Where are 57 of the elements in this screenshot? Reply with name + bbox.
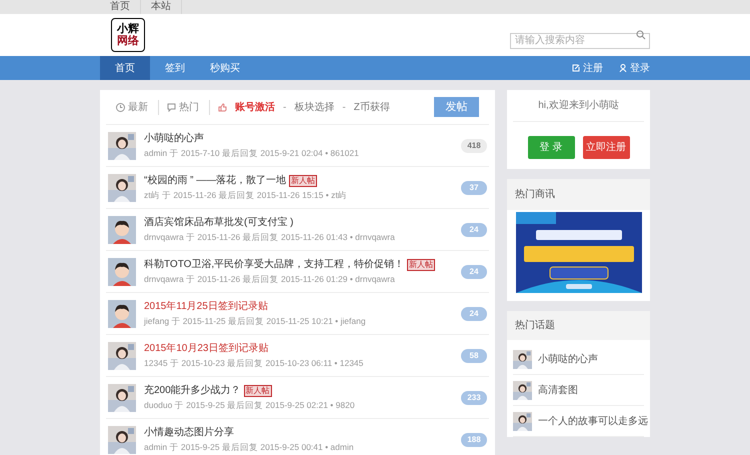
thread-meta: jiefang 于 2015-11-25 最后回复 2015-11-25 10:21 • jiefang	[144, 316, 367, 327]
thread-meta: duoduo 于 2015-9-25 最后回复 2015-9-25 02:21 • 9820	[144, 400, 356, 411]
thread-meta: drnvqawra 于 2015-11-26 最后回复 2015-11-26 01:29 • drnvqawra	[144, 274, 396, 285]
thread-title[interactable]: 2015年11月25日签到记录贴	[144, 300, 268, 313]
clock-icon	[116, 102, 125, 112]
nav-tab[interactable]: 秒购买	[200, 56, 250, 80]
reply-count: 233	[461, 390, 487, 404]
thread-title[interactable]: 科勒TOTO卫浴,平民价享受大品牌，支持工程，特价促销！	[144, 258, 404, 271]
register-button[interactable]: 立即注册	[582, 136, 630, 159]
thread-meta: admin 于 2015-9-25 最后回复 2015-9-25 00:41 • admin	[144, 442, 355, 453]
new-user-tag: 新人帖	[289, 174, 318, 186]
thread-title[interactable]: 2015年10月23日签到记录贴	[144, 342, 268, 355]
logo[interactable]: 小辉 网络	[112, 19, 144, 51]
new-user-tag: 新人帖	[407, 258, 436, 270]
chat-icon	[167, 102, 176, 112]
topic-link[interactable]: 一个人的故事可以走多远	[538, 414, 648, 428]
thread-meta: admin 于 2015-7-10 最后回复 2015-9-21 02:04 • 861021	[144, 148, 360, 159]
filter-link[interactable]: Z币获得	[354, 100, 390, 114]
thumbs-up-icon	[218, 102, 227, 112]
login-button[interactable]: 登 录	[528, 136, 574, 159]
card-title: 热门商讯	[507, 179, 650, 210]
login-link[interactable]: 登录	[619, 56, 650, 80]
thread-title[interactable]: “校园的雨 ” ——落花，散了一地	[144, 174, 286, 187]
register-link[interactable]: 注册	[572, 56, 603, 80]
new-user-tag: 新人帖	[244, 384, 272, 396]
nav-tab[interactable]: 签到	[150, 56, 200, 80]
edit-icon	[572, 64, 580, 72]
user-icon	[619, 64, 627, 72]
separator: -	[342, 100, 346, 114]
thread-meta: zt屿 于 2015-11-26 最后回复 2015-11-26 15:15 • zt屿	[144, 190, 348, 201]
reply-count: 24	[461, 264, 487, 278]
thread-title[interactable]: 小情趣动态图片分享	[144, 426, 234, 439]
separator: -	[283, 100, 286, 114]
reply-count: 24	[461, 222, 487, 236]
thread-title[interactable]: 小萌哒的心声	[144, 132, 204, 145]
thread-title[interactable]: 酒店宾馆床品布草批发(可支付宝 )	[144, 216, 294, 229]
topic-link[interactable]: 高清套图	[538, 382, 578, 398]
topic-link[interactable]: 小萌哒的心声	[538, 352, 598, 366]
card-title: 热门话题	[507, 311, 650, 340]
thread-meta: 12345 于 2015-10-23 最后回复 2015-10-23 06:11 • 12345	[144, 358, 364, 369]
reply-count: 188	[461, 432, 487, 446]
thread-meta: drnvqawra 于 2015-11-26 最后回复 2015-11-26 01:43 • drnvqawra	[144, 232, 396, 243]
filter-tab[interactable]: 热门	[167, 100, 210, 114]
filter-link[interactable]: 账号激活	[235, 100, 275, 114]
reply-count: 37	[461, 180, 487, 194]
thread-title[interactable]: 充200能升多少战力？	[144, 384, 241, 397]
filter-tab[interactable]: 最新	[116, 100, 159, 114]
reply-count: 24	[461, 306, 487, 320]
search-field[interactable]: 请输入搜索内容	[510, 32, 650, 48]
filter-link[interactable]: 板块选择	[294, 100, 334, 114]
reply-count: 418	[461, 138, 487, 152]
reply-count: 58	[461, 348, 487, 362]
logo-text: 网络	[117, 35, 139, 47]
logo-text: 小辉	[117, 23, 139, 35]
nav-tab[interactable]: 首页	[100, 56, 150, 80]
welcome-text: hi,欢迎来到小萌哒	[513, 90, 644, 122]
search-icon	[636, 30, 646, 40]
